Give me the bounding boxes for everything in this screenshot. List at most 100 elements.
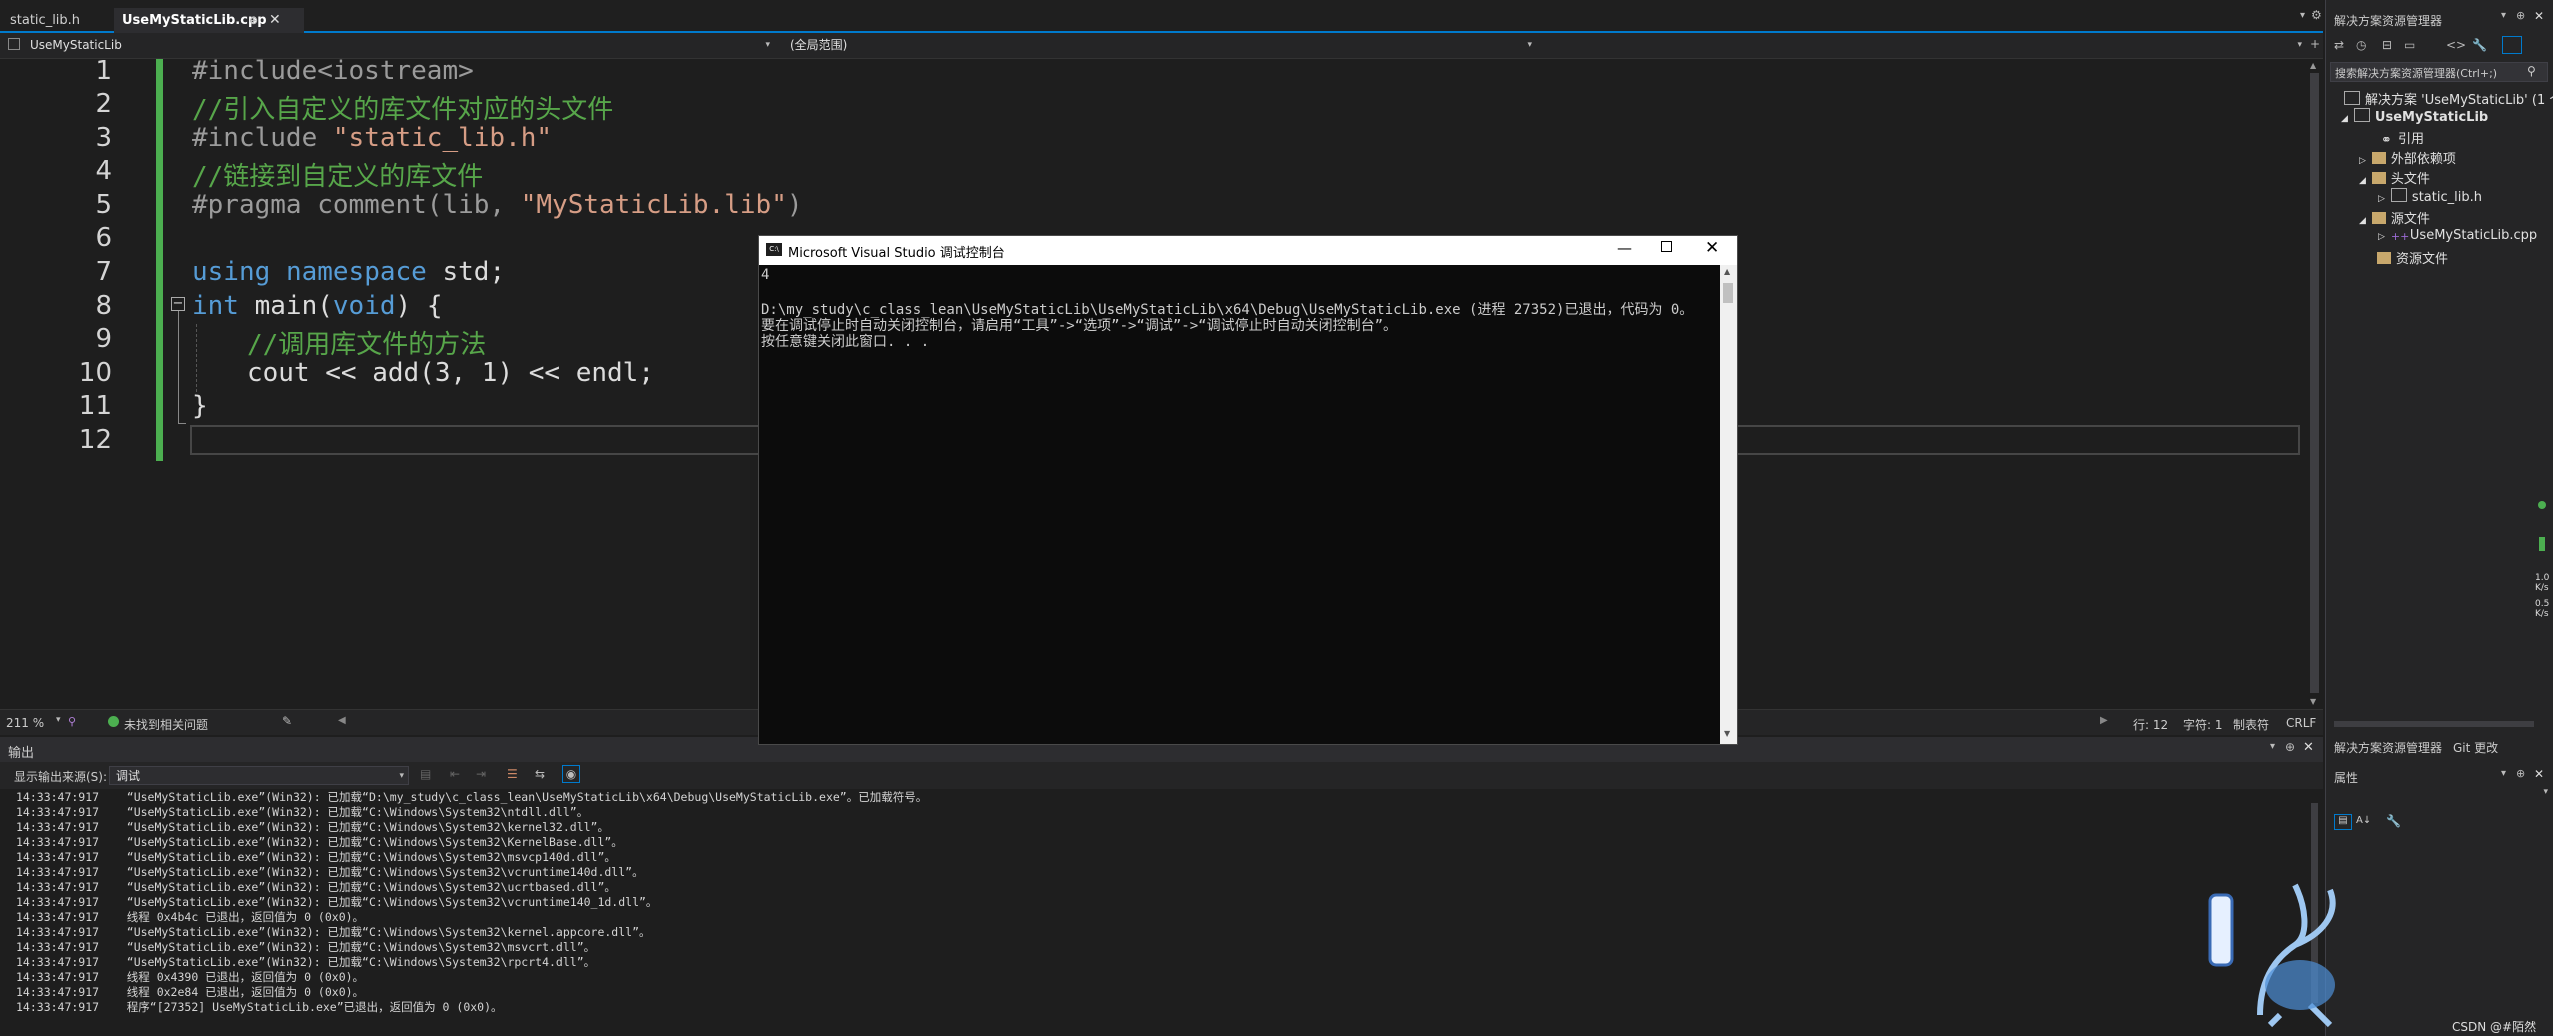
tree-node-source-files[interactable]: ◢ 源文件	[2359, 208, 2430, 227]
line-number: 12	[78, 425, 112, 455]
scroll-right-icon[interactable]: ▶	[2100, 715, 2108, 726]
word-wrap-icon[interactable]: ⇆	[535, 767, 545, 781]
line-number: 5	[95, 190, 112, 220]
upload-unit: K/s	[2535, 583, 2549, 593]
close-icon[interactable]: ✕	[2534, 767, 2544, 781]
project-label: UseMyStaticLib	[30, 38, 122, 52]
scroll-left-icon[interactable]: ◀	[338, 715, 346, 726]
brush-icon[interactable]: ✎	[282, 714, 292, 728]
tree-horizontal-scrollbar[interactable]	[2334, 721, 2534, 727]
tab-overflow-icon[interactable]: ▾	[2300, 10, 2305, 21]
scroll-thumb[interactable]	[1723, 283, 1733, 303]
char-indicator[interactable]: 字符: 1	[2183, 716, 2223, 733]
wrench-icon[interactable]: 🔧	[2386, 814, 2401, 828]
tab-usemystaticlib-cpp[interactable]: UseMyStaticLib.cpp ⊕ ✕	[114, 8, 304, 33]
zoom-level[interactable]: 211 %	[6, 716, 44, 730]
expand-icon[interactable]: ◢	[2359, 216, 2366, 226]
eol-indicator[interactable]: CRLF	[2286, 716, 2316, 730]
chevron-down-icon[interactable]: ▾	[2501, 768, 2506, 779]
output-line: 14:33:47:917 “UseMyStaticLib.exe”(Win32)…	[16, 790, 928, 804]
properties-object-dropdown[interactable]: ▾	[2330, 787, 2550, 801]
solution-search-input[interactable]: 搜索解决方案资源管理器(Ctrl+;) ⚲	[2330, 62, 2548, 82]
tree-node-project[interactable]: ◢ UseMyStaticLib	[2341, 108, 2488, 125]
tree-node-solution[interactable]: 解决方案 'UseMyStaticLib' (1 个项	[2344, 89, 2553, 108]
tab-solution-explorer[interactable]: 解决方案资源管理器	[2334, 739, 2442, 756]
collapse-icon[interactable]: −	[171, 297, 185, 311]
expand-icon[interactable]: ◢	[2359, 176, 2366, 186]
close-icon[interactable]: ✕	[2303, 740, 2314, 755]
pin-icon[interactable]: ⊕	[2285, 740, 2295, 754]
tab-git-changes[interactable]: Git 更改	[2453, 739, 2498, 756]
alphabetical-icon[interactable]: A↓	[2356, 815, 2371, 826]
tabs-indicator[interactable]: 制表符	[2233, 716, 2269, 733]
clear-all-icon[interactable]: ☰	[507, 767, 518, 781]
categorized-icon[interactable]: ▤	[2334, 814, 2352, 830]
outline-guide	[178, 311, 179, 423]
expand-icon[interactable]: ◢	[2341, 114, 2348, 124]
output-log[interactable]: 14:33:47:917 “UseMyStaticLib.exe”(Win32)…	[0, 789, 2306, 1036]
console-scrollbar[interactable]: ▲ ▼	[1720, 265, 1737, 744]
code-view-icon[interactable]: <>	[2446, 38, 2466, 52]
prev-message-icon[interactable]: ⇤	[450, 767, 460, 781]
show-files-icon[interactable]: ▭	[2404, 38, 2415, 52]
tree-node-references[interactable]: ⚭ 引用	[2381, 128, 2424, 148]
code-token: ) {	[395, 291, 443, 321]
scroll-up-icon[interactable]: ▲	[1724, 267, 1730, 276]
pin-icon[interactable]: ⊕	[249, 8, 258, 33]
sync-icon[interactable]: ⇄	[2334, 38, 2344, 52]
scroll-down-icon[interactable]: ▼	[1724, 729, 1730, 738]
console-line: 4	[761, 267, 770, 283]
tree-node-resource-files[interactable]: 资源文件	[2377, 248, 2448, 267]
tab-static-lib-h[interactable]: static_lib.h	[2, 8, 88, 33]
preview-icon[interactable]	[2502, 36, 2522, 54]
tree-label: UseMyStaticLib.cpp	[2409, 228, 2538, 243]
member-dropdown[interactable]: ▾	[1546, 36, 2306, 55]
console-title-bar[interactable]: C:\ Microsoft Visual Studio 调试控制台 — ✕	[759, 236, 1737, 265]
properties-panel: 属性 ▾ ⊕ ✕ ▾ ▤ A↓ 🔧 CSDN @#陌然	[2208, 765, 2553, 1036]
line-indicator[interactable]: 行: 12	[2133, 716, 2168, 733]
tree-node-usemystaticlib-cpp[interactable]: ▷ ++UseMyStaticLib.cpp	[2378, 228, 2537, 243]
chevron-down-icon[interactable]: ▾	[2270, 741, 2275, 752]
tree-node-external-deps[interactable]: ▷ 外部依赖项	[2359, 148, 2456, 167]
output-title: 输出	[8, 746, 35, 761]
chevron-down-icon: ▾	[765, 40, 770, 50]
vertical-scrollbar[interactable]: ▲ ▼	[2306, 59, 2323, 709]
close-tab-icon[interactable]: ✕	[269, 8, 281, 33]
close-icon[interactable]: ✕	[2534, 9, 2544, 23]
close-icon[interactable]: ✕	[1705, 238, 1719, 258]
scroll-up-icon[interactable]: ▲	[2310, 61, 2316, 70]
scroll-thumb[interactable]	[2310, 73, 2319, 693]
toggle-icon[interactable]: ◉	[562, 765, 580, 783]
scope-dropdown[interactable]: (全局范围) ▾	[784, 36, 1536, 55]
copilot-icon[interactable]: ⚲	[68, 715, 76, 728]
project-dropdown[interactable]: UseMyStaticLib ▾	[24, 36, 774, 55]
pin-icon[interactable]: ⊕	[2516, 767, 2525, 780]
chevron-down-icon[interactable]: ▾	[56, 715, 61, 725]
chevron-down-icon[interactable]: ▾	[2501, 10, 2506, 21]
minimize-icon[interactable]: —	[1617, 239, 1632, 257]
maximize-icon[interactable]	[1661, 241, 1672, 252]
find-message-icon[interactable]: ▤	[420, 767, 431, 781]
debug-console-window[interactable]: C:\ Microsoft Visual Studio 调试控制台 — ✕ 4 …	[758, 235, 1738, 745]
history-icon[interactable]: ◷	[2356, 38, 2366, 52]
gear-icon[interactable]: ⚙	[2311, 8, 2322, 22]
upload-speed: 1.0	[2535, 573, 2550, 583]
issues-status[interactable]: 未找到相关问题	[124, 716, 208, 733]
tree-node-static-lib-h[interactable]: ▷ static_lib.h	[2378, 188, 2482, 205]
collapsed-icon[interactable]: ▷	[2359, 156, 2366, 166]
wrench-icon[interactable]: 🔧	[2472, 38, 2487, 52]
tree-node-header-files[interactable]: ◢ 头文件	[2359, 168, 2430, 187]
split-icon[interactable]: +	[2310, 37, 2320, 51]
output-source-dropdown[interactable]: 调试 ▾	[109, 766, 409, 785]
collapsed-icon[interactable]: ▷	[2378, 194, 2385, 204]
next-message-icon[interactable]: ⇥	[476, 767, 486, 781]
output-line: 14:33:47:917 “UseMyStaticLib.exe”(Win32)…	[16, 850, 616, 864]
console-text-area[interactable]: 4 D:\my_study\c_class_lean\UseMyStaticLi…	[759, 267, 1719, 744]
scroll-down-icon[interactable]: ▼	[2310, 697, 2316, 706]
pin-icon[interactable]: ⊕	[2516, 9, 2525, 22]
search-icon[interactable]: ⚲	[2527, 64, 2536, 78]
collapse-all-icon[interactable]: ⊟	[2382, 38, 2392, 52]
code-token: void	[332, 291, 396, 321]
collapsed-icon[interactable]: ▷	[2378, 232, 2385, 242]
output-line: 14:33:47:917 线程 0x2e84 已退出，返回值为 0 (0x0)。	[16, 985, 365, 999]
